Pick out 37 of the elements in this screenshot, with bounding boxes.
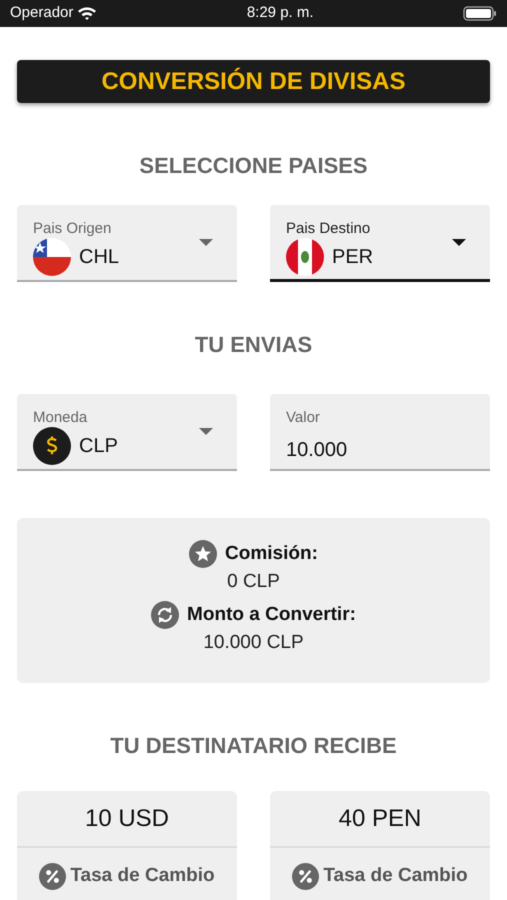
carrier-name: Operador [10,3,74,24]
received-amount: 10 USD [17,791,237,848]
exchange-rate-label: Tasa de Cambio [70,864,215,888]
field-label: Pais Origen [33,221,112,236]
field-value: CLP [79,434,118,459]
summary-label: Comisión: [225,542,318,566]
app-title-bar: CONVERSIÓN DE DIVISAS [17,60,490,103]
section-heading: TU ENVIAS [194,331,314,359]
caret-icon [199,239,213,246]
summary-label: Monto a Convertir: [187,602,356,626]
section-heading: SELECCIONE PAISES [138,152,369,180]
field-label: Pais Destino [286,221,372,236]
peru-flag-icon [286,238,324,276]
summary-value: 10.000 CLP [203,631,304,655]
dropdown-field[interactable]: Pais Destino PER [270,205,490,282]
received-amount: 40 PEN [270,791,490,848]
field-label: Moneda [33,410,88,425]
summary-value: 0 CLP [227,570,280,594]
dropdown-field[interactable]: Moneda CLP [17,394,237,471]
input-field[interactable]: Valor 10.000 [270,394,490,471]
caret-icon [199,428,213,435]
exchange-rate-label: Tasa de Cambio [323,864,468,888]
wifi-icon [77,6,98,21]
caret-icon [452,239,466,246]
percent-icon [292,862,320,890]
dollar-coin-icon [33,427,71,465]
section-heading: TU DESTINATARIO RECIBE [109,732,398,760]
dropdown-field[interactable]: Pais Origen CHL [17,205,237,282]
field-label: Valor [286,410,321,425]
battery-icon [462,6,497,21]
field-value: PER [332,245,374,270]
field-value: 10.000 [286,438,348,463]
sync-icon [151,600,180,629]
field-value: CHL [79,245,120,270]
status-time: 8:29 p. m. [246,3,314,24]
chile-flag-icon [33,238,71,276]
percent-icon [39,862,66,890]
